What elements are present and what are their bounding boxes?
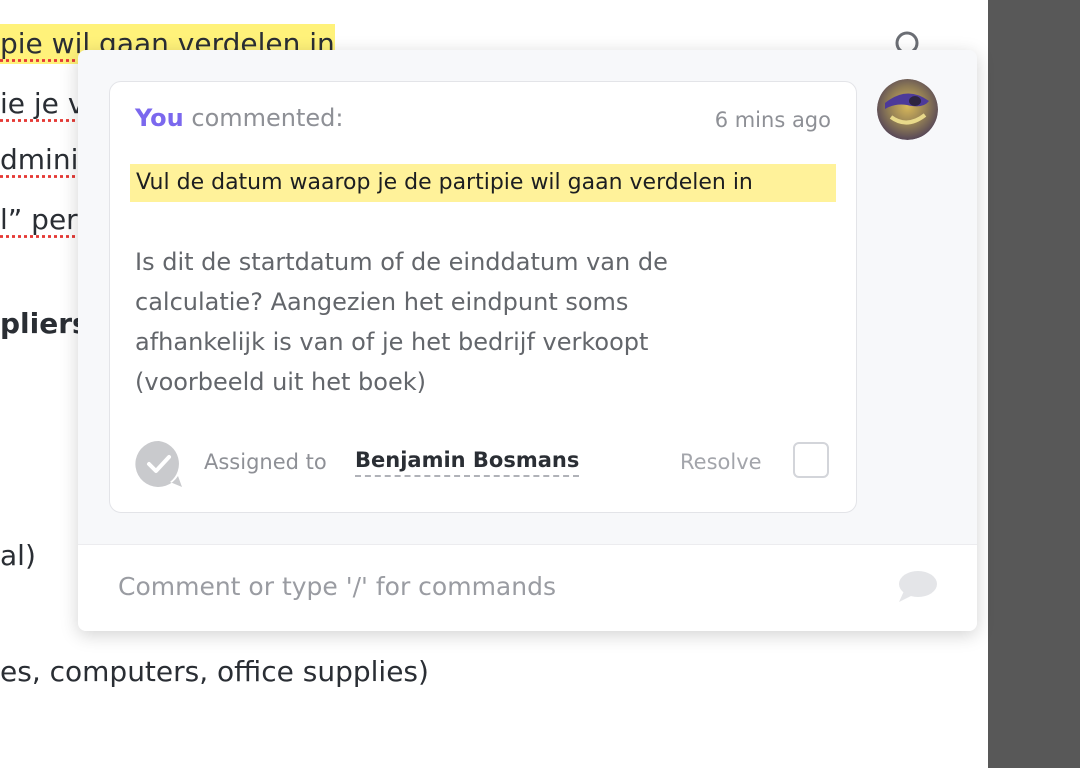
comment-card: You commented: 6 mins ago Vul de datum w… <box>109 81 857 513</box>
comment-body-line: (voorbeeld uit het boek) <box>135 368 426 396</box>
avatar-image <box>877 79 938 140</box>
comment-body-line: Is dit de startdatum of de einddatum van… <box>135 248 668 276</box>
comment-body-line: afhankelijk is van of je het bedrijf ver… <box>135 328 649 356</box>
comment-author[interactable]: You <box>135 104 184 132</box>
resolve-checkbox[interactable] <box>793 442 829 478</box>
comment-body-line: calculatie? Aangezien het eindpunt soms <box>135 288 629 316</box>
avatar[interactable] <box>877 79 938 140</box>
check-bubble-icon <box>135 440 182 487</box>
comment-action: commented: <box>191 104 344 132</box>
chat-bubble-icon[interactable] <box>896 569 938 605</box>
comment-body: Is dit de startdatum of de einddatum van… <box>135 242 775 402</box>
doc-line: es, computers, office supplies) <box>0 655 429 688</box>
comment-timestamp: 6 mins ago <box>714 108 831 132</box>
resolve-label[interactable]: Resolve <box>680 450 762 474</box>
quoted-text[interactable]: Vul de datum waarop je de partipie wil g… <box>130 164 836 202</box>
comment-input[interactable]: Comment or type '/' for commands <box>118 572 556 601</box>
comment-popup: You commented: 6 mins ago Vul de datum w… <box>78 50 977 631</box>
doc-heading: pliers <box>0 307 89 340</box>
side-panel <box>988 0 1080 768</box>
comment-header: You commented: <box>135 104 344 132</box>
doc-line: al) <box>0 539 36 572</box>
assigned-to-label: Assigned to <box>204 450 327 474</box>
doc-line[interactable]: l” per <box>0 200 78 240</box>
comment-composer[interactable]: Comment or type '/' for commands <box>78 544 977 631</box>
doc-line[interactable]: ie je v <box>0 84 84 124</box>
assignee-name[interactable]: Benjamin Bosmans <box>355 448 580 477</box>
doc-line[interactable]: dmini <box>0 140 78 180</box>
